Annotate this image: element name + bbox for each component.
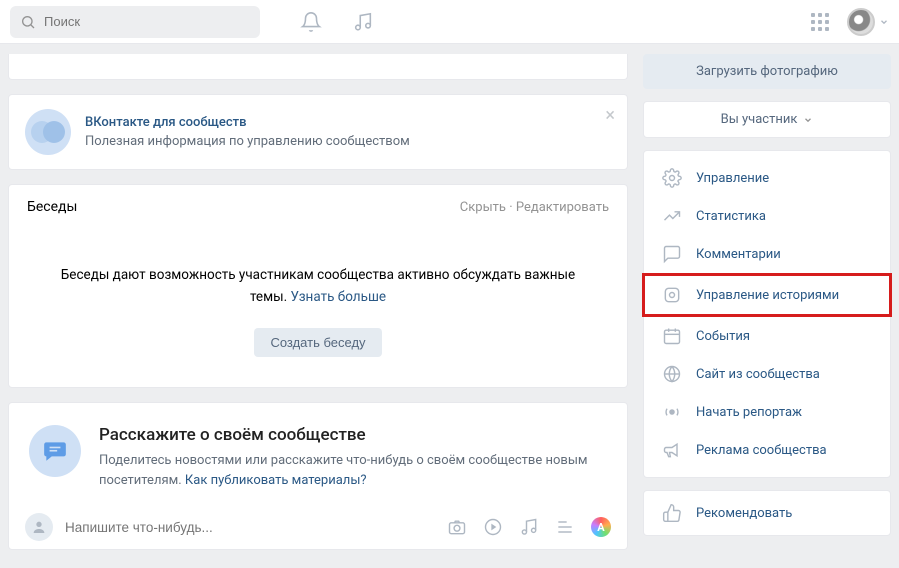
video-icon[interactable] <box>483 517 503 537</box>
article-icon[interactable] <box>555 517 575 537</box>
megaphone-icon <box>662 440 682 460</box>
music-note-icon[interactable] <box>519 517 539 537</box>
menu-stories-management[interactable]: Управление историями <box>642 273 892 317</box>
hide-link[interactable]: Скрыть <box>460 200 506 215</box>
upload-photo-button[interactable]: Загрузить фотографию <box>643 54 891 89</box>
camera-icon[interactable] <box>447 517 467 537</box>
live-icon <box>662 402 682 422</box>
chevron-down-icon <box>803 115 813 125</box>
menu-label: Сайт из сообщества <box>696 367 820 382</box>
stories-icon <box>662 285 682 305</box>
menu-label: Управление <box>696 171 769 186</box>
chat-bubble-icon <box>29 425 81 477</box>
comment-icon <box>662 244 682 264</box>
community-icon <box>25 109 71 155</box>
recommend-label: Рекомендовать <box>696 506 792 521</box>
membership-label: Вы участник <box>721 112 798 127</box>
bell-icon[interactable] <box>300 11 322 33</box>
compose-row: A <box>9 504 627 549</box>
menu-website[interactable]: Сайт из сообщества <box>644 355 890 393</box>
conversations-card: Беседы Скрыть · Редактировать Беседы даю… <box>8 184 628 388</box>
separator: · <box>506 200 516 215</box>
edit-link[interactable]: Редактировать <box>516 200 609 215</box>
learn-more-link[interactable]: Узнать больше <box>290 289 386 305</box>
stats-icon <box>662 206 682 226</box>
menu-ads[interactable]: Реклама сообщества <box>644 431 890 469</box>
topbar <box>0 0 899 44</box>
top-right <box>811 8 889 36</box>
promo-title: ВКонтакте для сообществ <box>85 115 410 130</box>
create-conversation-button[interactable]: Создать беседу <box>254 328 381 357</box>
chevron-down-icon <box>879 17 889 27</box>
about-card: Расскажите о своём сообществе Поделитесь… <box>8 402 628 550</box>
search-icon <box>20 14 36 30</box>
thumbs-up-icon <box>662 503 682 523</box>
menu-label: События <box>696 329 750 344</box>
menu-management[interactable]: Управление <box>644 159 890 197</box>
admin-menu: Управление Статистика Комментарии Управл… <box>643 150 891 478</box>
menu-live[interactable]: Начать репортаж <box>644 393 890 431</box>
menu-comments[interactable]: Комментарии <box>644 235 890 273</box>
promo-card[interactable]: ВКонтакте для сообществ Полезная информа… <box>8 94 628 170</box>
apps-icon[interactable] <box>811 13 829 31</box>
compose-avatar <box>25 513 53 541</box>
recommend-card: Рекомендовать <box>643 490 891 536</box>
profile-menu[interactable] <box>847 8 889 36</box>
how-to-publish-link[interactable]: Как публиковать материалы? <box>185 473 367 488</box>
menu-events[interactable]: События <box>644 317 890 355</box>
globe-icon <box>662 364 682 384</box>
gear-icon <box>662 168 682 188</box>
conversations-text: Беседы дают возможность участникам сообщ… <box>49 265 587 308</box>
menu-label: Управление историями <box>696 288 839 303</box>
music-icon[interactable] <box>352 11 374 33</box>
calendar-icon <box>662 326 682 346</box>
search-box[interactable] <box>10 6 260 38</box>
conversations-title: Беседы <box>27 199 77 215</box>
about-title: Расскажите о своём сообществе <box>99 425 607 445</box>
recommend-button[interactable]: Рекомендовать <box>644 491 890 535</box>
avatar <box>847 8 875 36</box>
poster-icon[interactable]: A <box>591 517 611 537</box>
compose-input[interactable] <box>65 520 435 535</box>
search-input[interactable] <box>44 14 250 29</box>
menu-label: Начать репортаж <box>696 405 802 420</box>
menu-label: Статистика <box>696 209 766 224</box>
close-icon[interactable]: × <box>605 105 615 126</box>
membership-button[interactable]: Вы участник <box>643 101 891 138</box>
cut-card-top <box>8 54 628 80</box>
top-icons <box>300 11 374 33</box>
promo-subtitle: Полезная информация по управлению сообще… <box>85 134 410 149</box>
menu-label: Реклама сообщества <box>696 443 827 458</box>
about-subtitle: Поделитесь новостями или расскажите что-… <box>99 451 607 490</box>
menu-label: Комментарии <box>696 247 781 262</box>
menu-statistics[interactable]: Статистика <box>644 197 890 235</box>
